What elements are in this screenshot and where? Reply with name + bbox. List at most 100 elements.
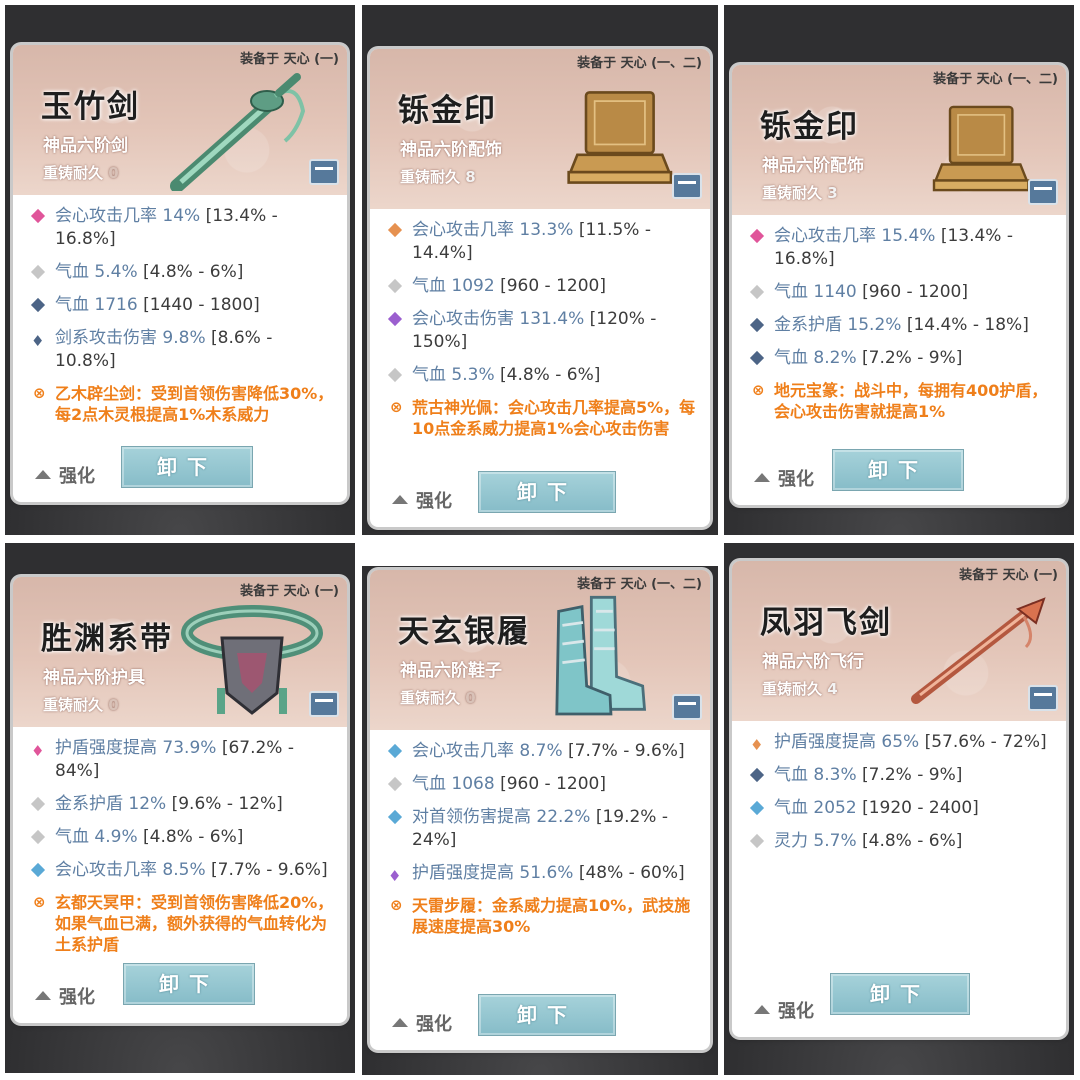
stat-row: 灵力 5.7% [4.8% - 6%] (749, 830, 1056, 853)
pink-gem-icon (30, 208, 46, 224)
item-card: 装备于 天心 (一) 玉竹剑 神品六阶剑 重铸耐久 0 会心攻击几率 14% [… (13, 45, 347, 502)
item-grade: 神品六阶剑 (43, 136, 128, 156)
stat-row: 气血 5.3% [4.8% - 6%] (387, 364, 700, 387)
durability: 重铸耐久 0 (43, 164, 119, 182)
unload-button[interactable]: 卸下 (830, 973, 970, 1015)
up-arrow-icon (392, 1017, 408, 1027)
equip-label: 装备于 天心 (一、二) (933, 72, 1058, 87)
card-header: 装备于 天心 (一) 胜渊系带 神品六阶护具 重铸耐久 0 (13, 577, 347, 727)
stat-row: 会心攻击几率 15.4% [13.4% - 16.8%] (749, 225, 1056, 271)
card-footer: 强化 卸下 (370, 447, 710, 527)
chest-icon[interactable] (1028, 179, 1058, 205)
blue-flame-icon: ♦ (31, 332, 45, 350)
special-effect: ⊗ 地元宝篆：战斗中，每拥有400护盾，会心攻击伤害就提高1% (752, 381, 1048, 421)
panel-3: 装备于 天心 (一、二) 铄金印 神品六阶配饰 重铸耐久 3 会心攻击几率 15… (724, 5, 1074, 535)
up-arrow-icon (35, 469, 51, 479)
unload-button[interactable]: 卸下 (121, 446, 253, 488)
item-grade: 神品六阶配饰 (400, 140, 502, 160)
equip-label: 装备于 天心 (一) (240, 52, 339, 67)
unload-button[interactable]: 卸下 (478, 471, 616, 513)
special-effect: ⊗ 荒古神光佩：会心攻击几率提高5%，每10点金系威力提高1%会心攻击伤害 (390, 398, 696, 438)
item-card: 装备于 天心 (一、二) 铄金印 神品六阶配饰 重铸耐久 3 会心攻击几率 15… (732, 65, 1066, 505)
enhance-button[interactable]: 强化 (392, 1010, 452, 1036)
gray-gem-icon (749, 284, 765, 300)
enhance-button[interactable]: 强化 (754, 465, 814, 491)
durability: 重铸耐久 8 (400, 168, 476, 186)
up-arrow-icon (754, 1004, 770, 1014)
item-name: 天玄银履 (398, 614, 530, 650)
silver-boots-icon (555, 595, 647, 716)
stat-row: 气血 1092 [960 - 1200] (387, 275, 700, 298)
unload-button[interactable]: 卸下 (123, 963, 255, 1005)
durability: 重铸耐久 0 (400, 689, 476, 707)
item-grade: 神品六阶护具 (43, 668, 145, 688)
special-effect-icon: ⊗ (390, 896, 403, 914)
stat-row: 气血 1140 [960 - 1200] (749, 281, 1056, 304)
chest-icon[interactable] (309, 691, 339, 717)
stat-list: ♦ 护盾强度提高 73.9% [67.2% - 84%] 金系护盾 12% [9.… (13, 727, 347, 955)
durability-value: 4 (827, 680, 838, 698)
item-name: 凤羽飞剑 (760, 605, 892, 641)
gray-gem-icon (30, 264, 46, 280)
unload-button[interactable]: 卸下 (478, 994, 616, 1036)
gray-gem-icon (30, 829, 46, 845)
jade-sword-icon (170, 73, 306, 191)
chest-icon[interactable] (672, 173, 702, 199)
stat-list: 会心攻击几率 14% [13.4% - 16.8%] 气血 5.4% [4.8%… (13, 195, 347, 425)
card-footer: 强化 卸下 (13, 943, 347, 1023)
durability-value: 0 (108, 164, 119, 182)
special-effect-icon: ⊗ (33, 384, 46, 402)
stat-list: ♦ 护盾强度提高 65% [57.6% - 72%] 气血 8.3% [7.2% … (732, 721, 1066, 853)
item-card: 装备于 天心 (一、二) 天玄银履 神品六阶鞋子 重铸耐久 0 会心攻击几率 8… (370, 570, 710, 1050)
stat-row: ♦ 护盾强度提高 65% [57.6% - 72%] (750, 732, 1047, 754)
enhance-button[interactable]: 强化 (392, 487, 452, 513)
chest-icon[interactable] (309, 159, 339, 185)
special-effect-icon: ⊗ (33, 893, 46, 911)
card-header: 装备于 天心 (一、二) 天玄银履 神品六阶鞋子 重铸耐久 0 (370, 570, 710, 730)
navy-gem-icon (749, 317, 765, 333)
enhance-button[interactable]: 强化 (35, 462, 95, 488)
item-card: 装备于 天心 (一) 凤羽飞剑 神品六阶飞行 重铸耐久 4 ♦ 护盾强度提高 65… (732, 561, 1066, 1037)
item-grade: 神品六阶鞋子 (400, 661, 502, 681)
equip-label: 装备于 天心 (一) (959, 568, 1058, 583)
gray-gem-icon (387, 367, 403, 383)
chest-icon[interactable] (1028, 685, 1058, 711)
stat-row: 对首领伤害提高 22.2% [19.2% - 24%] (387, 806, 700, 852)
blue-gem-icon (749, 800, 765, 816)
pink-flame-icon: ♦ (31, 742, 45, 760)
durability-value: 0 (465, 689, 476, 707)
panel-6: 装备于 天心 (一) 凤羽飞剑 神品六阶飞行 重铸耐久 4 ♦ 护盾强度提高 65… (724, 543, 1074, 1075)
card-footer: 强化 卸下 (732, 425, 1066, 505)
stat-row: ♦ 护盾强度提高 51.6% [48% - 60%] (388, 863, 685, 885)
stat-list: 会心攻击几率 8.7% [7.7% - 9.6%] 气血 1068 [960 -… (370, 730, 710, 937)
special-effect: ⊗ 乙木辟尘剑：受到首领伤害降低30%，每2点木灵根提高1%木系威力 (33, 384, 334, 424)
stat-row: 会心攻击几率 8.5% [7.7% - 9.6%] (30, 859, 337, 882)
item-name: 铄金印 (760, 109, 859, 145)
stat-row: ♦ 护盾强度提高 73.9% [67.2% - 84%] (31, 738, 295, 781)
navy-gem-icon (749, 350, 765, 366)
enhance-button[interactable]: 强化 (35, 983, 95, 1009)
gray-gem-icon (387, 776, 403, 792)
orange-gem-icon (387, 222, 403, 238)
gray-gem-icon (387, 278, 403, 294)
up-arrow-icon (392, 494, 408, 504)
gray-gem-icon (30, 796, 46, 812)
stat-row: 金系护盾 12% [9.6% - 12%] (30, 793, 337, 816)
card-footer: 强化 卸下 (732, 957, 1066, 1037)
equip-label: 装备于 天心 (一、二) (577, 56, 702, 71)
equip-label: 装备于 天心 (一) (240, 584, 339, 599)
golden-seal-icon (567, 91, 673, 184)
stat-row: 会心攻击伤害 131.4% [120% - 150%] (387, 308, 700, 354)
stat-row: 气血 2052 [1920 - 2400] (749, 797, 1056, 820)
enhance-button[interactable]: 强化 (754, 997, 814, 1023)
durability: 重铸耐久 4 (762, 680, 838, 698)
pink-gem-icon (749, 228, 765, 244)
stat-row: 气血 1068 [960 - 1200] (387, 773, 700, 796)
stat-row: 气血 1716 [1440 - 1800] (30, 294, 337, 317)
item-grade: 神品六阶飞行 (762, 652, 864, 672)
special-effect-icon: ⊗ (752, 381, 765, 399)
up-arrow-icon (754, 472, 770, 482)
unload-button[interactable]: 卸下 (832, 449, 964, 491)
blue-gem-icon (30, 862, 46, 878)
chest-icon[interactable] (672, 694, 702, 720)
